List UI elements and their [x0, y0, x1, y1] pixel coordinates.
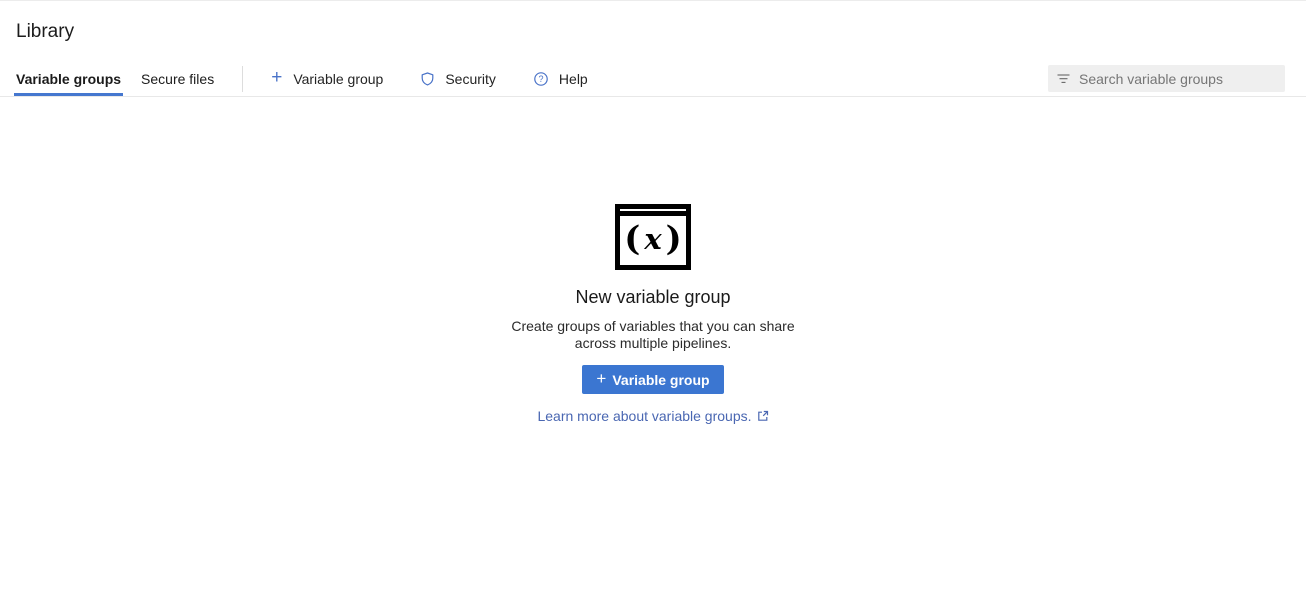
- learn-more-link[interactable]: Learn more about variable groups.: [537, 408, 768, 424]
- add-variable-group-toolbar-button[interactable]: + Variable group: [271, 69, 383, 88]
- filter-icon: [1057, 74, 1070, 84]
- tab-bar: Variable groups Secure files + Variable …: [0, 61, 1306, 97]
- security-button[interactable]: Security: [421, 71, 496, 87]
- variable-group-icon-body: ( x ): [620, 216, 686, 265]
- tab-variable-groups[interactable]: Variable groups: [16, 61, 121, 96]
- empty-state-heading: New variable group: [575, 287, 730, 307]
- external-link-icon: [757, 410, 769, 422]
- help-icon: ?: [534, 72, 548, 86]
- create-variable-group-button[interactable]: + Variable group: [582, 365, 723, 394]
- empty-state-description: Create groups of variables that you can …: [511, 318, 794, 352]
- plus-icon: +: [596, 370, 606, 387]
- empty-state: ( x ) New variable group Create groups o…: [0, 204, 1306, 424]
- learn-more-link-text[interactable]: Learn more about variable groups.: [537, 408, 751, 424]
- search-input[interactable]: [1079, 71, 1276, 87]
- help-label: Help: [559, 71, 588, 87]
- empty-state-description-line2: across multiple pipelines.: [511, 335, 794, 352]
- plus-icon: +: [271, 68, 282, 87]
- search-box[interactable]: [1048, 65, 1285, 92]
- shield-icon: [421, 72, 434, 86]
- create-variable-group-button-label: Variable group: [612, 372, 709, 388]
- empty-state-description-line1: Create groups of variables that you can …: [511, 318, 794, 335]
- svg-text:?: ?: [538, 74, 543, 84]
- add-variable-group-toolbar-label: Variable group: [293, 71, 383, 87]
- page-header: Library: [0, 1, 1306, 42]
- tab-secure-files[interactable]: Secure files: [141, 61, 214, 96]
- security-label: Security: [445, 71, 496, 87]
- toolbar-separator: [242, 66, 243, 92]
- variable-group-icon: ( x ): [615, 204, 691, 270]
- variable-group-icon-titlebar: [620, 209, 686, 216]
- page-title: Library: [16, 21, 1290, 42]
- help-button[interactable]: ? Help: [534, 71, 588, 87]
